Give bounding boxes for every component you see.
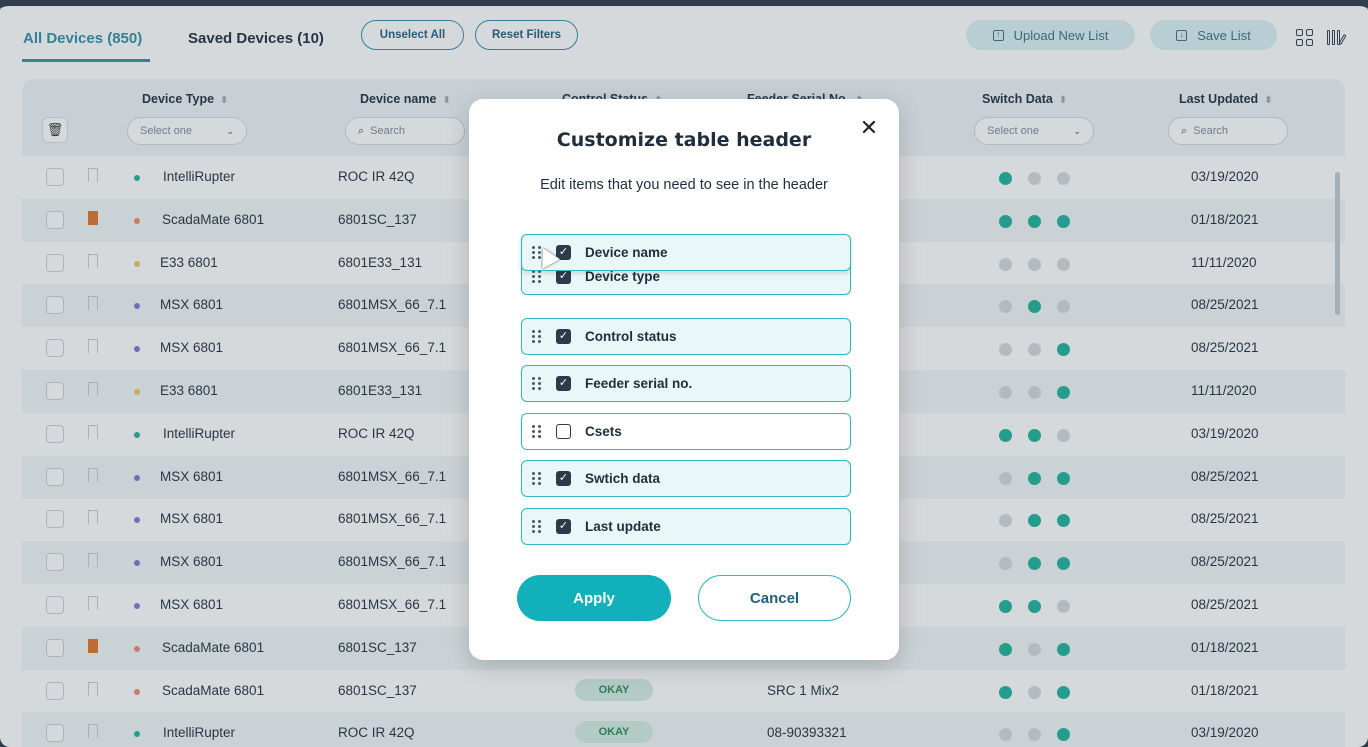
modal-title: Customize table header — [556, 129, 812, 151]
header-item-label: Device type — [585, 269, 661, 284]
header-item-label: Last update — [585, 519, 661, 534]
header-item-label: Swtich data — [585, 471, 661, 486]
header-item-label: Feeder serial no. — [585, 376, 693, 391]
item-checkbox[interactable]: ✓ — [556, 519, 571, 534]
item-checkbox[interactable]: ✓ — [556, 376, 571, 391]
item-checkbox[interactable]: ✓ — [556, 329, 571, 344]
header-item[interactable]: ✓ Control status — [521, 318, 851, 355]
drag-handle-icon[interactable] — [532, 270, 542, 283]
header-item[interactable]: ✓ Csets — [521, 413, 851, 450]
apply-button[interactable]: Apply — [517, 575, 671, 621]
item-checkbox[interactable]: ✓ — [556, 471, 571, 486]
app-window: All Devices (850) Saved Devices (10) Uns… — [0, 0, 1368, 747]
item-checkbox[interactable]: ✓ — [556, 424, 571, 439]
drag-handle-icon[interactable] — [532, 425, 542, 438]
modal-subtitle: Edit items that you need to see in the h… — [540, 177, 828, 193]
drag-handle-icon[interactable] — [532, 377, 542, 390]
customize-header-modal: Customize table header ✕ Edit items that… — [469, 99, 899, 660]
drag-handle-icon[interactable] — [532, 330, 542, 343]
header-item-label: Device name — [585, 245, 668, 260]
drag-handle-icon[interactable] — [532, 472, 542, 485]
header-item-label: Csets — [585, 424, 622, 439]
header-item-label: Control status — [585, 329, 677, 344]
drag-handle-icon[interactable] — [532, 520, 542, 533]
close-icon[interactable]: ✕ — [858, 117, 880, 139]
cancel-button[interactable]: Cancel — [698, 575, 851, 621]
header-item[interactable]: ✓ Feeder serial no. — [521, 365, 851, 402]
header-item[interactable]: ✓ Device name — [521, 234, 851, 271]
item-checkbox[interactable]: ✓ — [556, 269, 571, 284]
header-item[interactable]: ✓ Last update — [521, 508, 851, 545]
header-item[interactable]: ✓ Swtich data — [521, 460, 851, 497]
